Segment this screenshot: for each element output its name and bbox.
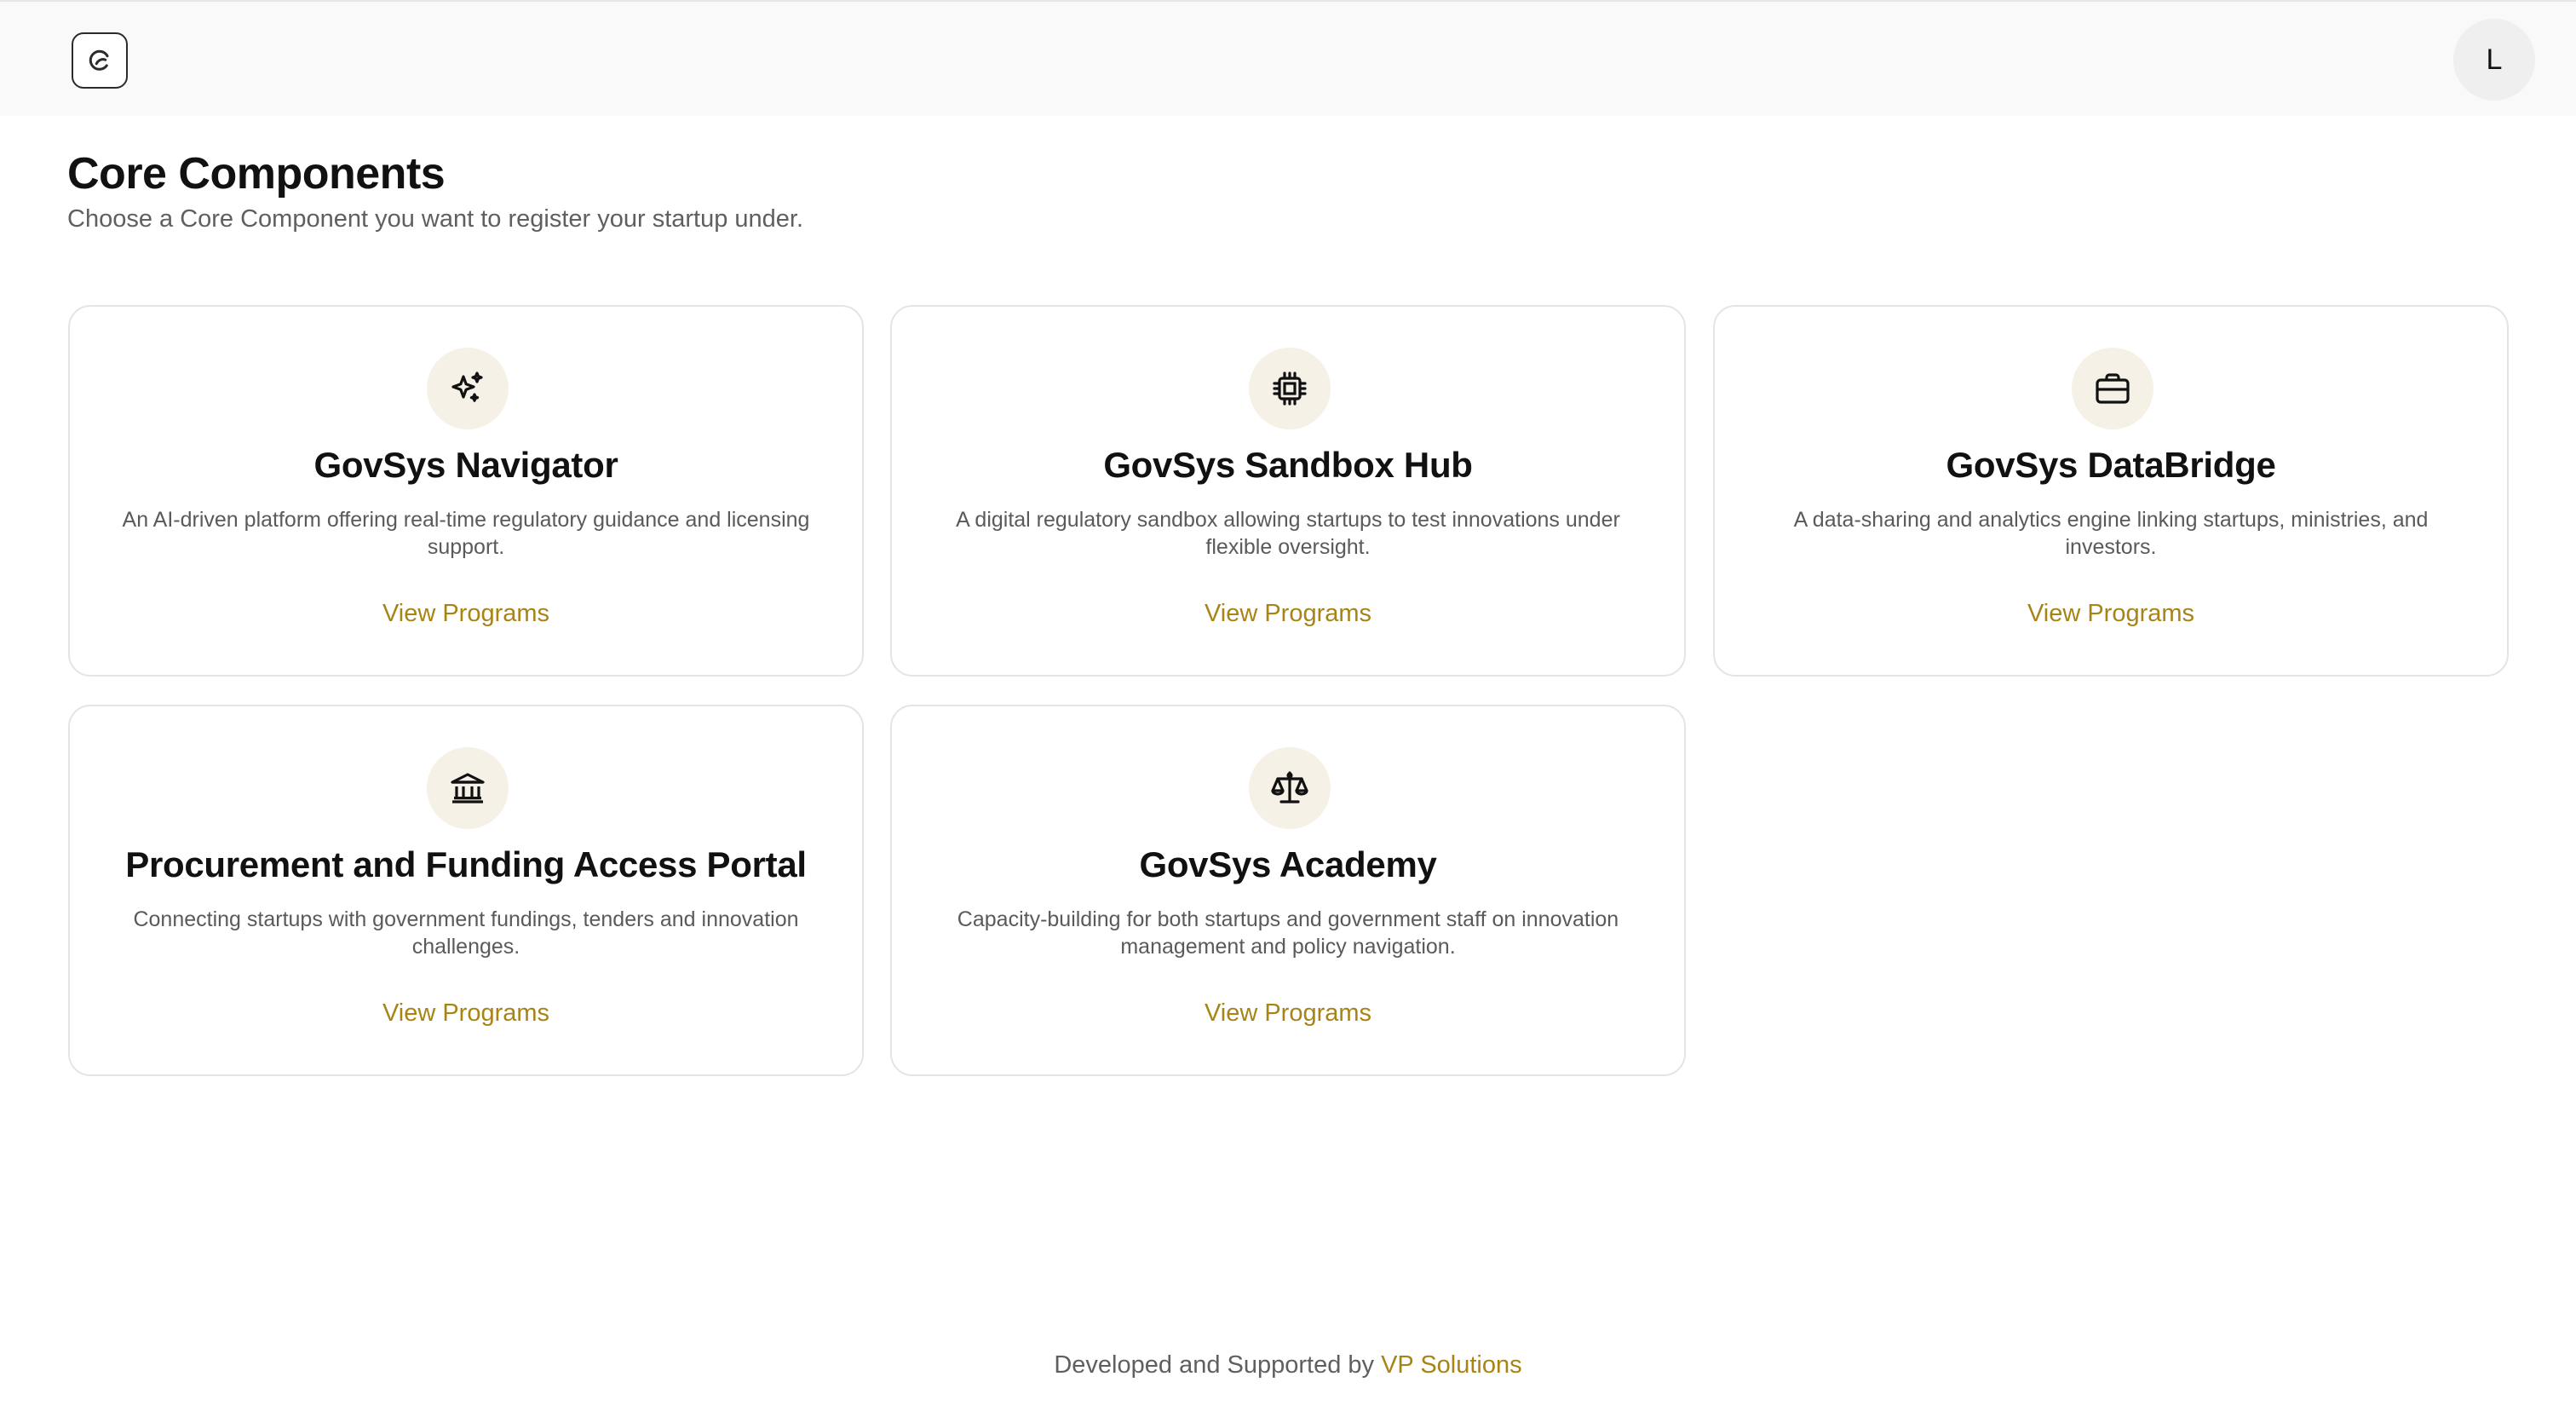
view-programs-link[interactable]: View Programs xyxy=(1715,600,2507,628)
view-programs-link[interactable]: View Programs xyxy=(892,999,1684,1028)
card-govsys-navigator[interactable]: GovSys Navigator An AI-driven platform o… xyxy=(68,305,864,677)
view-programs-link[interactable]: View Programs xyxy=(892,600,1684,628)
page-title: Core Components xyxy=(67,149,446,199)
card-title: GovSys Sandbox Hub xyxy=(1103,445,1473,485)
view-programs-link[interactable]: View Programs xyxy=(70,600,862,628)
card-title: GovSys Navigator xyxy=(313,445,618,485)
card-description: A data-sharing and analytics engine link… xyxy=(1793,508,2429,559)
sparkles-icon xyxy=(427,348,509,429)
page-subtitle: Choose a Core Component you want to regi… xyxy=(67,205,804,233)
card-title: GovSys Academy xyxy=(1139,844,1437,884)
app-logo-icon[interactable] xyxy=(72,32,128,89)
card-govsys-academy[interactable]: GovSys Academy Capacity-building for bot… xyxy=(890,705,1686,1076)
briefcase-icon xyxy=(2072,348,2153,429)
card-description: A digital regulatory sandbox allowing st… xyxy=(956,508,1620,559)
card-title: GovSys DataBridge xyxy=(1946,445,2276,485)
card-description: Connecting startups with government fund… xyxy=(133,907,799,959)
footer: Developed and Supported by VP Solutions xyxy=(0,1351,2576,1379)
cpu-chip-icon xyxy=(1249,348,1331,429)
footer-brand-link[interactable]: VP Solutions xyxy=(1381,1351,1522,1379)
card-title: Procurement and Funding Access Portal xyxy=(125,844,807,884)
footer-text: Developed and Supported by xyxy=(1054,1351,1375,1379)
bank-building-icon xyxy=(427,747,509,829)
scales-icon xyxy=(1249,747,1331,829)
view-programs-link[interactable]: View Programs xyxy=(70,999,862,1028)
card-govsys-sandbox-hub[interactable]: GovSys Sandbox Hub A digital regulatory … xyxy=(890,305,1686,677)
card-description: Capacity-building for both startups and … xyxy=(957,907,1619,959)
card-govsys-databridge[interactable]: GovSys DataBridge A data-sharing and ana… xyxy=(1713,305,2509,677)
top-navbar: L xyxy=(0,0,2576,116)
card-procurement-funding-portal[interactable]: Procurement and Funding Access Portal Co… xyxy=(68,705,864,1076)
user-avatar[interactable]: L xyxy=(2453,19,2535,101)
card-description: An AI-driven platform offering real-time… xyxy=(122,508,810,559)
